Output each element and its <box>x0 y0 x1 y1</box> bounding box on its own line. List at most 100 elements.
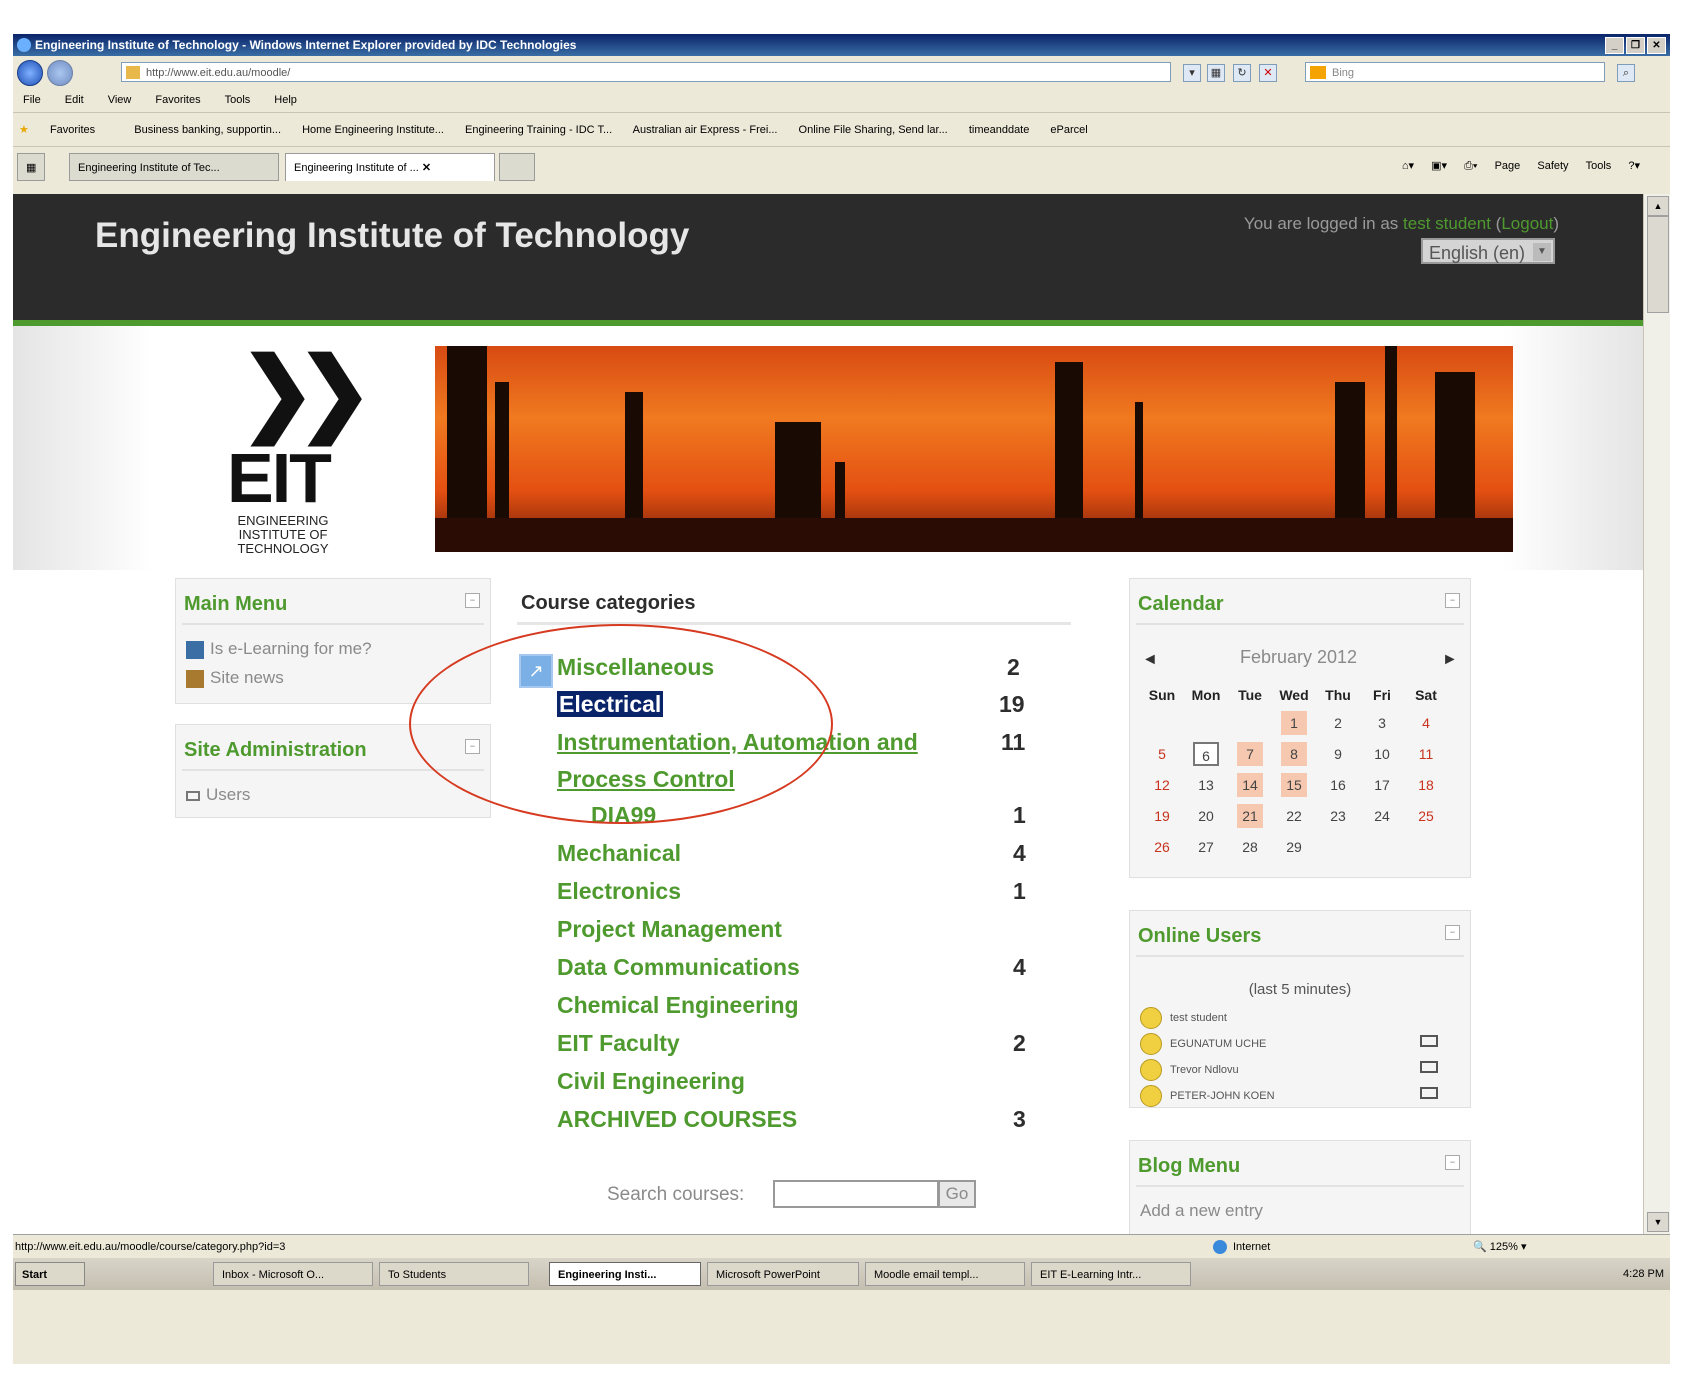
go-button[interactable]: Go <box>938 1180 976 1208</box>
taskbar-item-eit-elearning[interactable]: EIT E-Learning Intr... <box>1031 1262 1191 1286</box>
taskbar-item-students[interactable]: To Students <box>379 1262 529 1286</box>
online-user[interactable]: Trevor Ndlovu <box>1140 1059 1239 1081</box>
calendar-month[interactable]: February 2012 <box>1240 647 1357 668</box>
taskbar-item-inbox[interactable]: Inbox - Microsoft O... <box>213 1262 373 1286</box>
calendar-day[interactable]: 2 <box>1316 707 1360 738</box>
stop-icon[interactable]: ✕ <box>1259 64 1277 82</box>
menu-view[interactable]: View <box>108 94 132 106</box>
home-icon[interactable]: ⌂▾ <box>1402 160 1414 172</box>
calendar-day[interactable]: 27 <box>1184 831 1228 862</box>
calendar-day[interactable]: 14 <box>1228 769 1272 800</box>
menu-edit[interactable]: Edit <box>65 94 84 106</box>
fav-item-online-file-sharing[interactable]: Online File Sharing, Send lar... <box>799 124 948 136</box>
zoom-level[interactable]: 🔍 125% ▾ <box>1473 1235 1526 1259</box>
prev-month-icon[interactable]: ◄ <box>1142 651 1158 669</box>
cmd-tools[interactable]: Tools <box>1586 160 1612 172</box>
menu-file[interactable]: File <box>23 94 41 106</box>
cmd-page[interactable]: Page <box>1495 160 1521 172</box>
fav-item-timeanddate[interactable]: timeanddate <box>969 124 1030 136</box>
search-input[interactable]: Bing <box>1305 62 1605 82</box>
language-select[interactable]: English (en) ▼ <box>1421 238 1555 264</box>
calendar-day[interactable]: 26 <box>1140 831 1184 862</box>
fav-item-eparcel[interactable]: eParcel <box>1050 124 1087 136</box>
menu-tools[interactable]: Tools <box>225 94 251 106</box>
calendar-day[interactable]: 9 <box>1316 738 1360 769</box>
back-button[interactable] <box>17 60 43 86</box>
tab-close-icon[interactable]: ✕ <box>422 162 431 174</box>
calendar-day[interactable]: 24 <box>1360 800 1404 831</box>
message-icon[interactable] <box>1420 1087 1438 1099</box>
category-archived-courses[interactable]: ARCHIVED COURSES <box>557 1106 797 1133</box>
collapse-icon[interactable]: − <box>1445 593 1460 608</box>
print-icon[interactable]: ⎙▾ <box>1464 160 1477 172</box>
admin-item-users[interactable]: Users <box>186 785 250 805</box>
online-user[interactable]: EGUNATUM UCHE <box>1140 1033 1266 1055</box>
calendar-day[interactable]: 25 <box>1404 800 1448 831</box>
scroll-up-icon[interactable]: ▲ <box>1647 196 1669 216</box>
page-scrollbar[interactable]: ▲ ▼ <box>1643 194 1670 1234</box>
menu-favorites[interactable]: Favorites <box>155 94 200 106</box>
category-project-management[interactable]: Project Management <box>557 916 782 943</box>
site-title[interactable]: Engineering Institute of Technology <box>95 216 689 256</box>
refresh-icon[interactable]: ↻ <box>1233 64 1251 82</box>
scroll-thumb[interactable] <box>1647 216 1669 313</box>
calendar-day[interactable]: 3 <box>1360 707 1404 738</box>
collapse-icon[interactable]: − <box>465 593 480 608</box>
scroll-down-icon[interactable]: ▼ <box>1647 1212 1669 1232</box>
collapse-icon[interactable]: − <box>1445 1155 1460 1170</box>
quick-tabs-icon[interactable]: ▦ <box>17 153 45 181</box>
start-button[interactable]: Start <box>15 1262 85 1286</box>
tab-eit-1[interactable]: Engineering Institute of Tec... <box>69 153 279 181</box>
collapse-icon[interactable]: − <box>1445 925 1460 940</box>
calendar-day[interactable]: 17 <box>1360 769 1404 800</box>
search-icon[interactable]: ⌕ <box>1617 64 1635 82</box>
message-icon[interactable] <box>1420 1035 1438 1047</box>
calendar-day[interactable]: 11 <box>1404 738 1448 769</box>
calendar-day[interactable]: 22 <box>1272 800 1316 831</box>
category-mechanical[interactable]: Mechanical <box>557 840 681 867</box>
favorites-button[interactable]: ★ Favorites <box>19 124 113 136</box>
menu-item-elearning[interactable]: Is e-Learning for me? <box>186 639 372 659</box>
cmd-safety[interactable]: Safety <box>1537 160 1568 172</box>
logout-link[interactable]: Logout <box>1501 214 1553 233</box>
eit-logo[interactable]: ❯❯ EIT ENGINEERING INSTITUTE OF TECHNOLO… <box>173 344 375 556</box>
feeds-icon[interactable]: ▣▾ <box>1431 160 1447 172</box>
address-dropdown-icon[interactable]: ▾ <box>1183 64 1201 82</box>
category-chemical-engineering[interactable]: Chemical Engineering <box>557 992 799 1019</box>
message-icon[interactable] <box>1420 1061 1438 1073</box>
calendar-day[interactable]: 18 <box>1404 769 1448 800</box>
calendar-day[interactable]: 4 <box>1404 707 1448 738</box>
calendar-day[interactable]: 15 <box>1272 769 1316 800</box>
fav-item-engineering-training[interactable]: Engineering Training - IDC T... <box>465 124 612 136</box>
forward-button[interactable] <box>47 60 73 86</box>
calendar-day[interactable]: 12 <box>1140 769 1184 800</box>
calendar-day[interactable]: 8 <box>1272 738 1316 769</box>
calendar-day[interactable]: 1 <box>1272 707 1316 738</box>
category-civil-engineering[interactable]: Civil Engineering <box>557 1068 745 1095</box>
menu-item-site-news[interactable]: Site news <box>186 668 284 688</box>
calendar-day[interactable]: 29 <box>1272 831 1316 862</box>
fav-item-business-banking[interactable]: Business banking, supportin... <box>134 124 281 136</box>
calendar-day[interactable]: 28 <box>1228 831 1272 862</box>
blog-add-entry-link[interactable]: Add a new entry <box>1140 1201 1263 1221</box>
restore-button[interactable]: ❐ <box>1626 37 1645 54</box>
fav-item-home-eit[interactable]: Home Engineering Institute... <box>302 124 444 136</box>
calendar-day[interactable]: 7 <box>1228 738 1272 769</box>
calendar-day[interactable]: 23 <box>1316 800 1360 831</box>
calendar-day[interactable]: 16 <box>1316 769 1360 800</box>
new-tab-button[interactable] <box>499 153 535 181</box>
calendar-day[interactable]: 20 <box>1184 800 1228 831</box>
close-button[interactable]: ✕ <box>1647 37 1666 54</box>
online-user[interactable]: PETER-JOHN KOEN <box>1140 1085 1275 1107</box>
taskbar-item-moodle-email[interactable]: Moodle email templ... <box>865 1262 1025 1286</box>
calendar-day[interactable]: 10 <box>1360 738 1404 769</box>
calendar-day[interactable]: 21 <box>1228 800 1272 831</box>
online-user[interactable]: test student <box>1140 1007 1227 1029</box>
compatibility-icon[interactable]: ▦ <box>1207 64 1225 82</box>
fav-item-australian-air-express[interactable]: Australian air Express - Frei... <box>633 124 778 136</box>
help-icon[interactable]: ?▾ <box>1628 160 1640 172</box>
calendar-day[interactable]: 5 <box>1140 738 1184 769</box>
category-electronics[interactable]: Electronics <box>557 878 681 905</box>
minimize-button[interactable]: _ <box>1605 37 1624 54</box>
taskbar-clock[interactable]: 4:28 PM <box>1623 1258 1664 1290</box>
